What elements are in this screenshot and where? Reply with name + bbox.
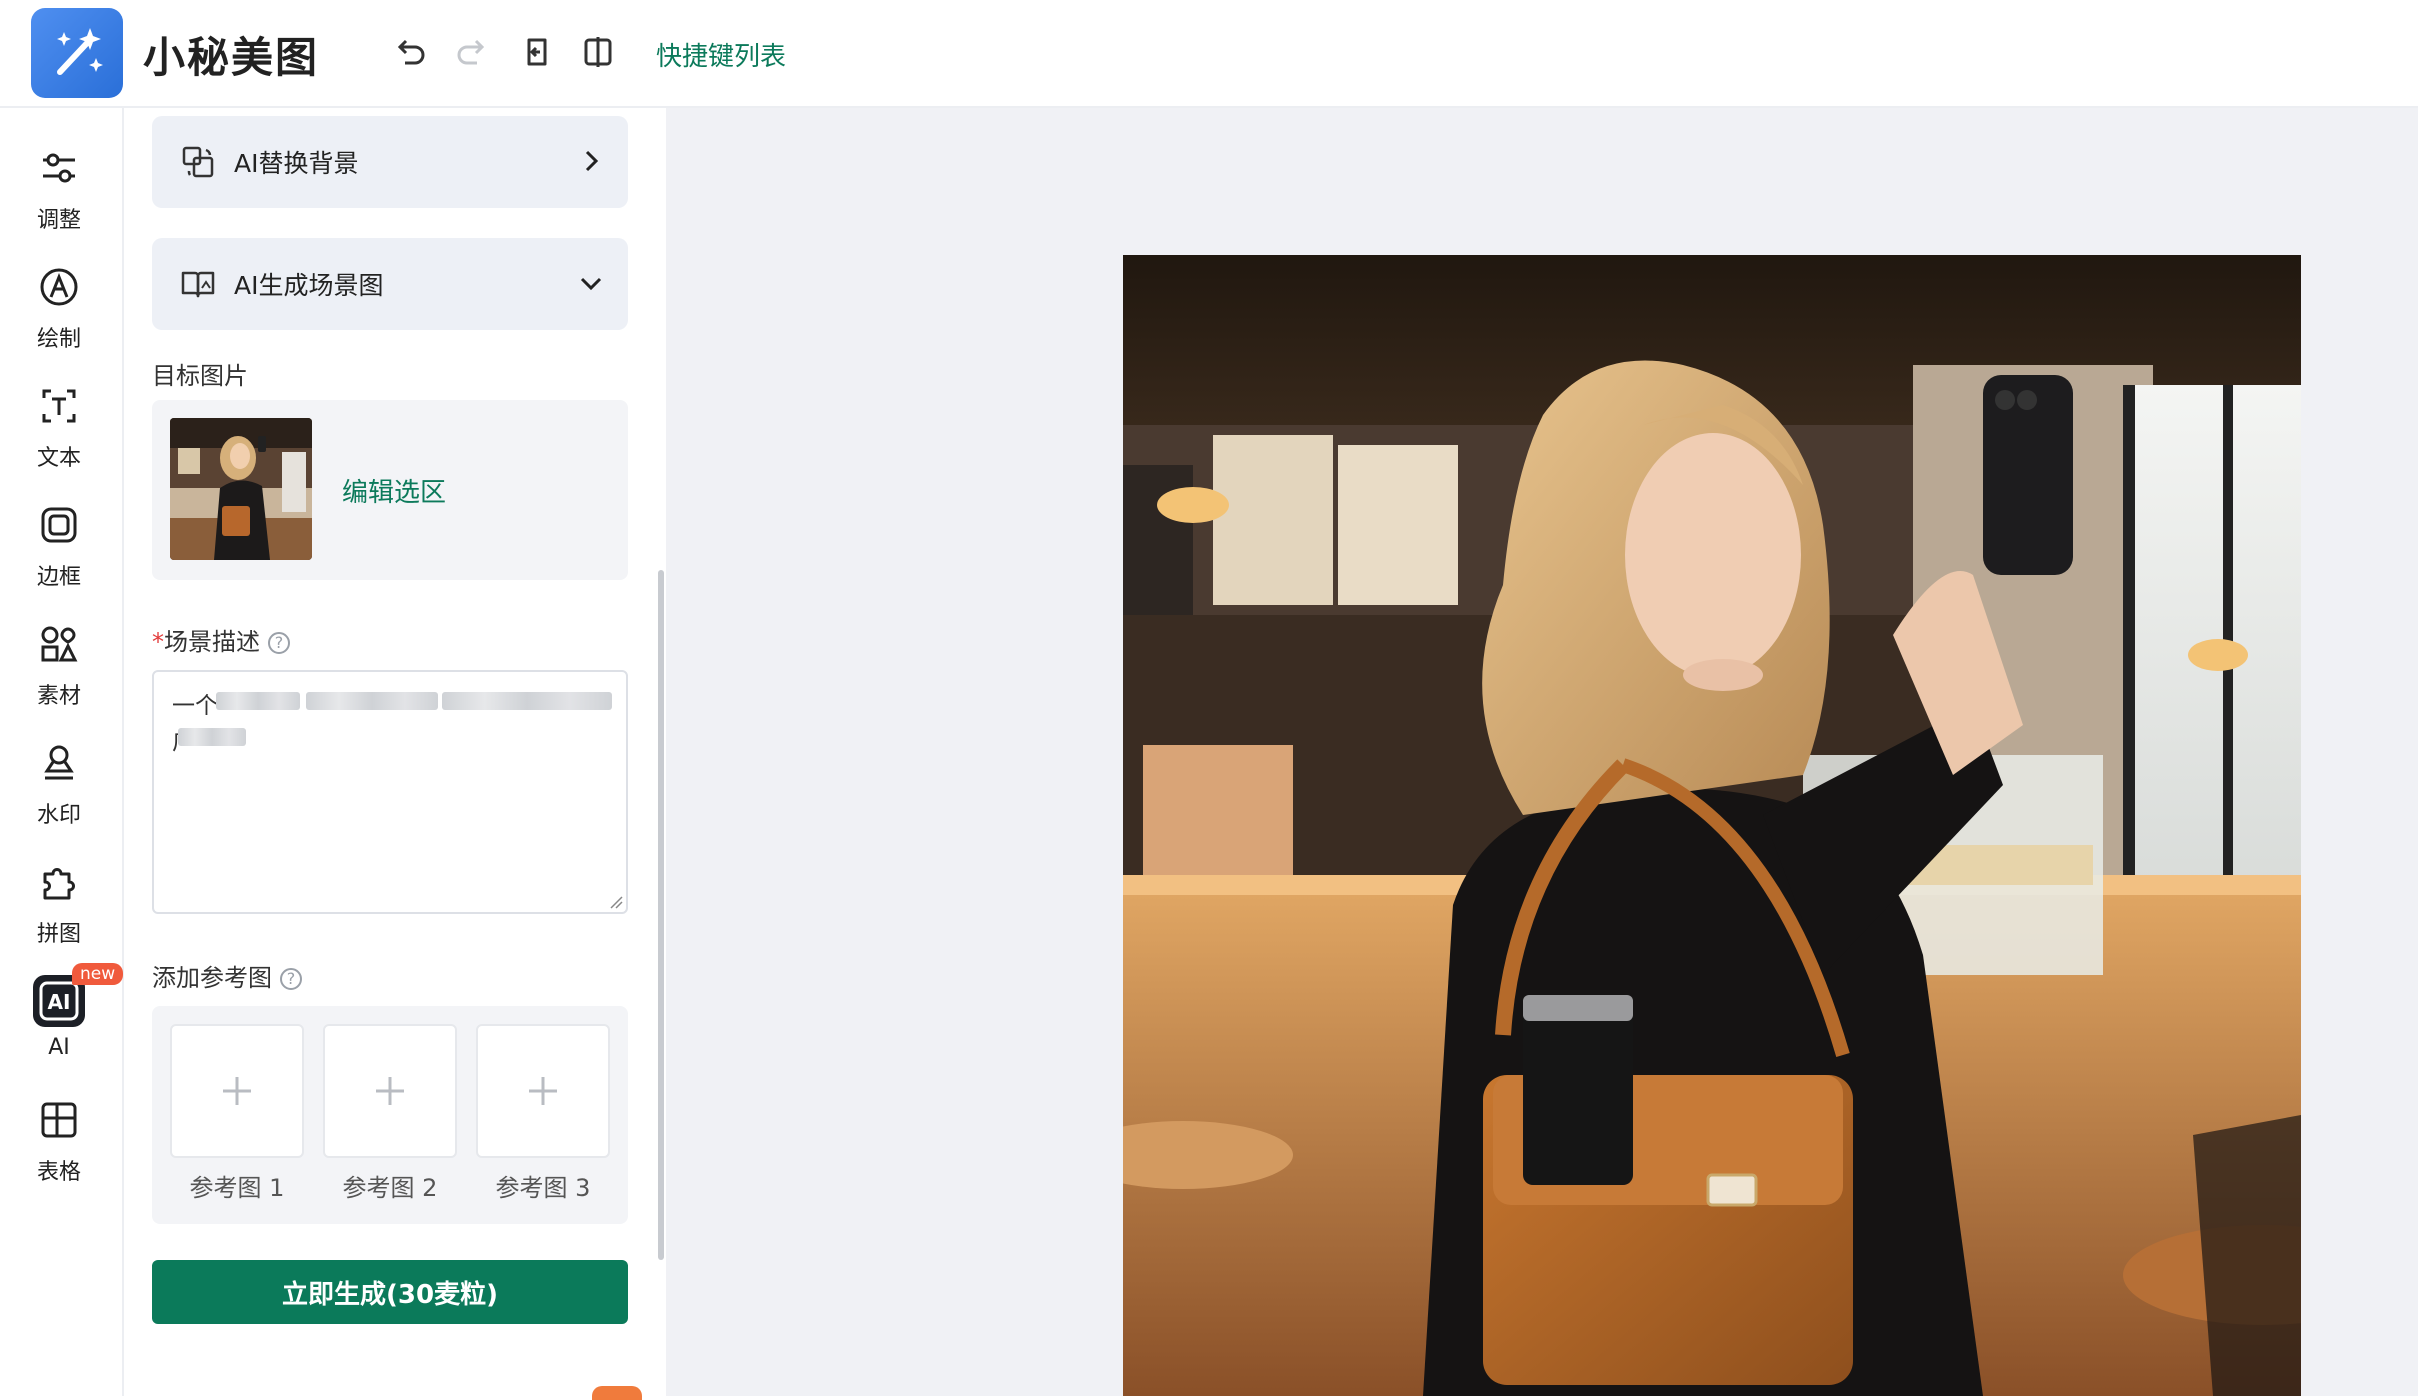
- rail-item-text[interactable]: 文本: [0, 382, 118, 492]
- add-ref-label: 添加参考图?: [152, 958, 302, 993]
- restore-icon: [527, 38, 547, 66]
- stamp-icon: [44, 745, 74, 780]
- plus-icon: [529, 1077, 557, 1105]
- replace-bg-icon: [182, 146, 214, 178]
- chevron-down-icon: [580, 277, 602, 291]
- edit-selection-link[interactable]: 编辑选区: [342, 472, 446, 509]
- ref-label-2: 参考图 2: [342, 1174, 438, 1202]
- restore-button[interactable]: [514, 30, 558, 74]
- shortcut-list-link[interactable]: 快捷键列表: [656, 36, 786, 73]
- floating-tab[interactable]: [592, 1386, 642, 1400]
- plus-icon: [223, 1077, 251, 1105]
- ref-slot-1[interactable]: [170, 1024, 304, 1158]
- rail-label: 水印: [36, 803, 81, 828]
- compare-button[interactable]: [576, 30, 620, 74]
- ref-label-1: 参考图 1: [189, 1174, 285, 1202]
- scene-desc-label: *场景描述?: [152, 622, 290, 657]
- compare-icon: [584, 37, 612, 67]
- shapes-icon: [41, 626, 78, 662]
- table-icon: [41, 1102, 77, 1138]
- help-icon[interactable]: ?: [268, 632, 290, 654]
- rail-label: 拼图: [36, 922, 81, 947]
- app-logo: [31, 8, 123, 98]
- app-title: 小秘美图: [143, 33, 320, 82]
- main-photo[interactable]: [1123, 255, 2301, 1396]
- text-icon: [42, 389, 76, 423]
- scene-desc-text: 场景描述: [164, 628, 260, 656]
- redo-button[interactable]: [450, 30, 494, 74]
- rail-label: AI: [48, 1035, 70, 1060]
- rail-label: 调整: [36, 208, 81, 233]
- chevron-right-icon: [585, 150, 599, 172]
- rail-label: 素材: [36, 684, 81, 709]
- ai-replace-bg-label: AI替换背景: [234, 149, 359, 178]
- ref-images-box: 参考图 1 参考图 2 参考图 3: [152, 1006, 628, 1224]
- new-badge: new: [72, 963, 124, 985]
- ai-generate-scene-item[interactable]: AI生成场景图: [152, 238, 628, 330]
- sliders-icon: [43, 153, 75, 183]
- plus-icon: [376, 1077, 404, 1105]
- panel-scrollbar[interactable]: [658, 570, 664, 1260]
- ref-slot-2[interactable]: [323, 1024, 457, 1158]
- ref-slot-3[interactable]: [476, 1024, 610, 1158]
- ai-replace-bg-item[interactable]: AI替换背景: [152, 116, 628, 208]
- rail-label: 表格: [36, 1160, 81, 1185]
- redo-icon: [457, 39, 485, 65]
- rail-label: 文本: [36, 446, 81, 471]
- ai-generate-scene-label: AI生成场景图: [234, 271, 384, 300]
- tool-rail: 调整 绘制 文本 边框 素材 水印 拼图 AI new AI 表格: [0, 108, 124, 1396]
- rail-item-collage[interactable]: 拼图: [0, 858, 118, 968]
- svg-text:AI: AI: [48, 990, 71, 1014]
- undo-icon: [397, 39, 425, 65]
- required-mark: *: [152, 628, 164, 656]
- target-image-box: 编辑选区: [152, 400, 628, 580]
- rail-item-draw[interactable]: 绘制: [0, 263, 118, 373]
- editor-canvas: [666, 108, 2418, 1396]
- top-header: 小秘美图 快捷键列表: [0, 0, 2418, 108]
- undo-button[interactable]: [388, 30, 432, 74]
- puzzle-icon: [43, 868, 75, 900]
- rail-item-ai[interactable]: AI new AI: [0, 963, 124, 1087]
- rail-item-material[interactable]: 素材: [0, 620, 118, 730]
- brush-icon: [40, 268, 78, 306]
- frame-icon: [41, 507, 77, 543]
- rail-item-frame[interactable]: 边框: [0, 501, 118, 611]
- scene-desc-textarea[interactable]: 一个 广: [152, 670, 628, 914]
- scene-book-icon: [181, 271, 215, 298]
- target-thumbnail[interactable]: [170, 418, 312, 560]
- add-ref-text: 添加参考图: [152, 964, 272, 992]
- resize-handle-icon[interactable]: [609, 895, 623, 909]
- cafe-photo-image: [1123, 255, 2301, 1396]
- rail-label: 边框: [36, 565, 81, 590]
- thumbnail-image: [170, 418, 312, 560]
- rail-item-watermark[interactable]: 水印: [0, 739, 118, 849]
- ai-panel: AI替换背景 AI生成场景图 目标图片 编辑选区 *场景描述 ? 一个 添加参考…: [124, 108, 664, 1400]
- rail-label: 绘制: [36, 327, 81, 352]
- rail-item-table[interactable]: 表格: [0, 1096, 118, 1206]
- help-icon[interactable]: ?: [280, 968, 302, 990]
- scene-desc-line1: 一个: [172, 693, 218, 719]
- target-image-label: 目标图片: [152, 362, 248, 390]
- generate-button[interactable]: 立即生成(30麦粒): [152, 1260, 628, 1324]
- magic-wand-icon: [57, 28, 103, 75]
- rail-item-adjust[interactable]: 调整: [0, 144, 118, 254]
- ref-label-3: 参考图 3: [495, 1174, 591, 1202]
